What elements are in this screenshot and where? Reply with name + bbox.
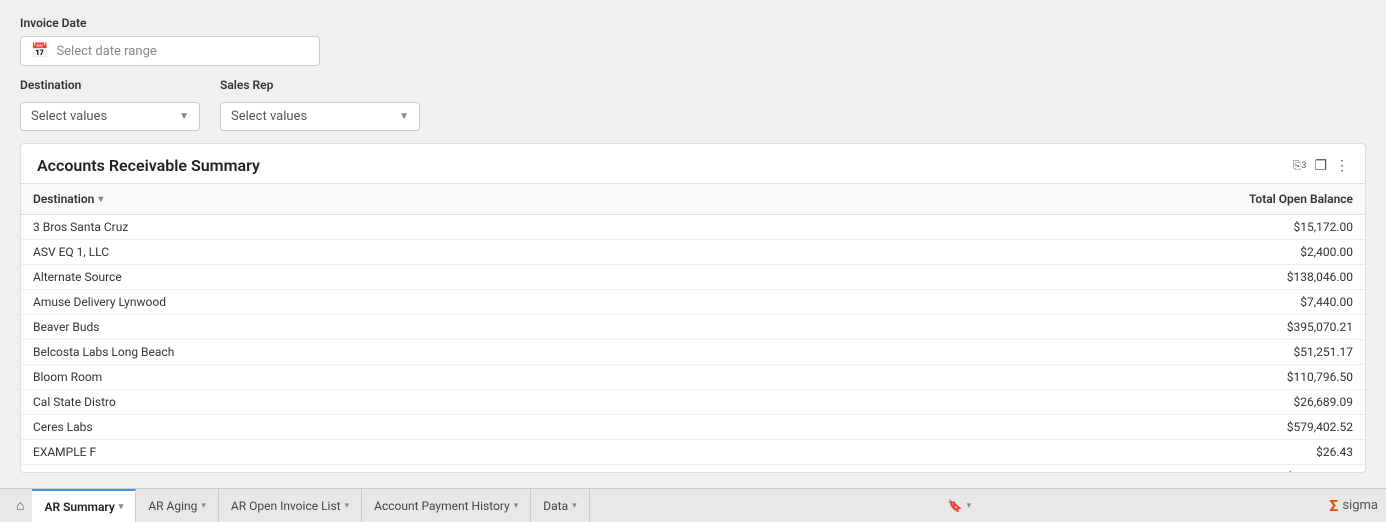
destination-label: Destination [20,78,200,92]
main-content: Invoice Date 📅 Select date range Destina… [0,0,1386,473]
sales-rep-label: Sales Rep [220,78,420,92]
tab-ar-aging-chevron-icon: ▾ [201,501,206,511]
cell-destination: Amuse Delivery Lynwood [21,290,782,315]
cell-total-open-balance: $138,046.00 [782,265,1365,290]
table-row: EXAMPLE F$26.43 [21,440,1365,465]
table-row: Beaver Buds$395,070.21 [21,315,1365,340]
filter-badge[interactable]: ⎘3 [1293,159,1307,173]
cell-destination: EXAMPLE F [21,440,782,465]
table-row: Belcosta Labs Long Beach$51,251.17 [21,340,1365,365]
sales-rep-filter-group: Sales Rep Select values ▼ [220,78,420,131]
tab-data[interactable]: Data ▾ [531,489,589,522]
tab-data-chevron-icon: ▾ [572,501,577,511]
cell-total-open-balance: $110,796.50 [782,365,1365,390]
sort-icon-destination: ▾ [98,194,103,205]
sales-rep-select[interactable]: Select values ▼ [220,102,420,131]
tab-data-label: Data [543,499,568,513]
cell-total-open-balance: $579,402.52 [782,415,1365,440]
tab-ar-summary[interactable]: AR Summary ▾ [32,489,136,522]
cell-total-open-balance: $51,251.17 [782,340,1365,365]
table-container: Accounts Receivable Summary ⎘3 ❐ ⋮ Desti… [20,143,1366,473]
cell-destination: ASV EQ 1, LLC [21,240,782,265]
cell-total-open-balance: $395,070.21 [782,315,1365,340]
data-table: Destination ▾ Total Open Balance 3 Bros … [21,183,1365,473]
tab-ar-summary-label: AR Summary [44,500,114,514]
bottom-tabs: ⌂ AR Summary ▾ AR Aging ▾ AR Open Invoic… [0,488,1386,522]
cell-destination: Cal State Distro [21,390,782,415]
table-header-row: Destination ▾ Total Open Balance [21,184,1365,215]
cell-destination: Beaver Buds [21,315,782,340]
destination-select[interactable]: Select values ▼ [20,102,200,131]
invoice-date-section: Invoice Date 📅 Select date range [20,16,1366,66]
table-row: Ceres Labs$579,402.52 [21,415,1365,440]
tab-ar-open-invoice-list-label: AR Open Invoice List [231,499,341,513]
tab-account-payment-history[interactable]: Account Payment History ▾ [362,489,531,522]
table-title: Accounts Receivable Summary [37,156,260,175]
bookmark-icon: 🔖 [948,499,963,513]
filters-row: Destination Select values ▼ Sales Rep Se… [20,78,1366,131]
cell-destination: Belcosta Labs Long Beach [21,340,782,365]
cell-destination: 3 Bros Santa Cruz [21,215,782,240]
tab-ar-summary-chevron-icon: ▾ [119,502,124,512]
cell-total-open-balance: $15,172.00 [782,215,1365,240]
table-row: Electric Lettuce - Interstate$611,930.04 [21,465,1365,474]
cell-destination: Electric Lettuce - Interstate [21,465,782,474]
table-row: ASV EQ 1, LLC$2,400.00 [21,240,1365,265]
tab-account-payment-history-chevron-icon: ▾ [514,501,519,511]
table-row: Cal State Distro$26,689.09 [21,390,1365,415]
sigma-brand-text: sigma [1342,498,1378,513]
sales-rep-value: Select values [231,109,307,124]
date-range-input[interactable]: 📅 Select date range [20,36,320,66]
calendar-icon: 📅 [31,43,48,59]
more-options-icon[interactable]: ⋮ [1335,158,1349,174]
filter-count: 3 [1301,161,1306,171]
date-placeholder: Select date range [56,44,156,59]
col-total-open-balance[interactable]: Total Open Balance [782,184,1365,215]
table-row: Alternate Source$138,046.00 [21,265,1365,290]
table-actions: ⎘3 ❐ ⋮ [1293,158,1349,174]
tab-account-payment-history-label: Account Payment History [374,499,510,513]
filter-icon: ⎘ [1293,159,1302,173]
home-tab[interactable]: ⌂ [8,497,32,514]
sales-rep-chevron-icon: ▼ [399,111,409,122]
cell-total-open-balance: $7,440.00 [782,290,1365,315]
tab-ar-aging[interactable]: AR Aging ▾ [136,489,219,522]
bookmark-section[interactable]: 🔖 ▾ [948,499,971,513]
tab-ar-open-invoice-list[interactable]: AR Open Invoice List ▾ [219,489,362,522]
cell-total-open-balance: $26,689.09 [782,390,1365,415]
destination-filter-group: Destination Select values ▼ [20,78,200,131]
cell-total-open-balance: $2,400.00 [782,240,1365,265]
cell-destination: Alternate Source [21,265,782,290]
cell-destination: Ceres Labs [21,415,782,440]
bookmark-chevron-icon: ▾ [967,501,972,511]
tab-ar-open-invoice-list-chevron-icon: ▾ [345,501,350,511]
expand-icon[interactable]: ❐ [1314,158,1327,174]
cell-destination: Bloom Room [21,365,782,390]
sigma-logo: Σ sigma [1329,496,1378,515]
destination-chevron-icon: ▼ [179,111,189,122]
cell-total-open-balance: $26.43 [782,440,1365,465]
table-header-bar: Accounts Receivable Summary ⎘3 ❐ ⋮ [21,144,1365,183]
sigma-brand-icon: Σ [1329,496,1338,515]
tab-ar-aging-label: AR Aging [148,499,197,513]
cell-total-open-balance: $611,930.04 [782,465,1365,474]
table-row: Amuse Delivery Lynwood$7,440.00 [21,290,1365,315]
table-row: 3 Bros Santa Cruz$15,172.00 [21,215,1365,240]
invoice-date-label: Invoice Date [20,16,1366,30]
col-destination[interactable]: Destination ▾ [21,184,782,215]
destination-value: Select values [31,109,107,124]
table-row: Bloom Room$110,796.50 [21,365,1365,390]
